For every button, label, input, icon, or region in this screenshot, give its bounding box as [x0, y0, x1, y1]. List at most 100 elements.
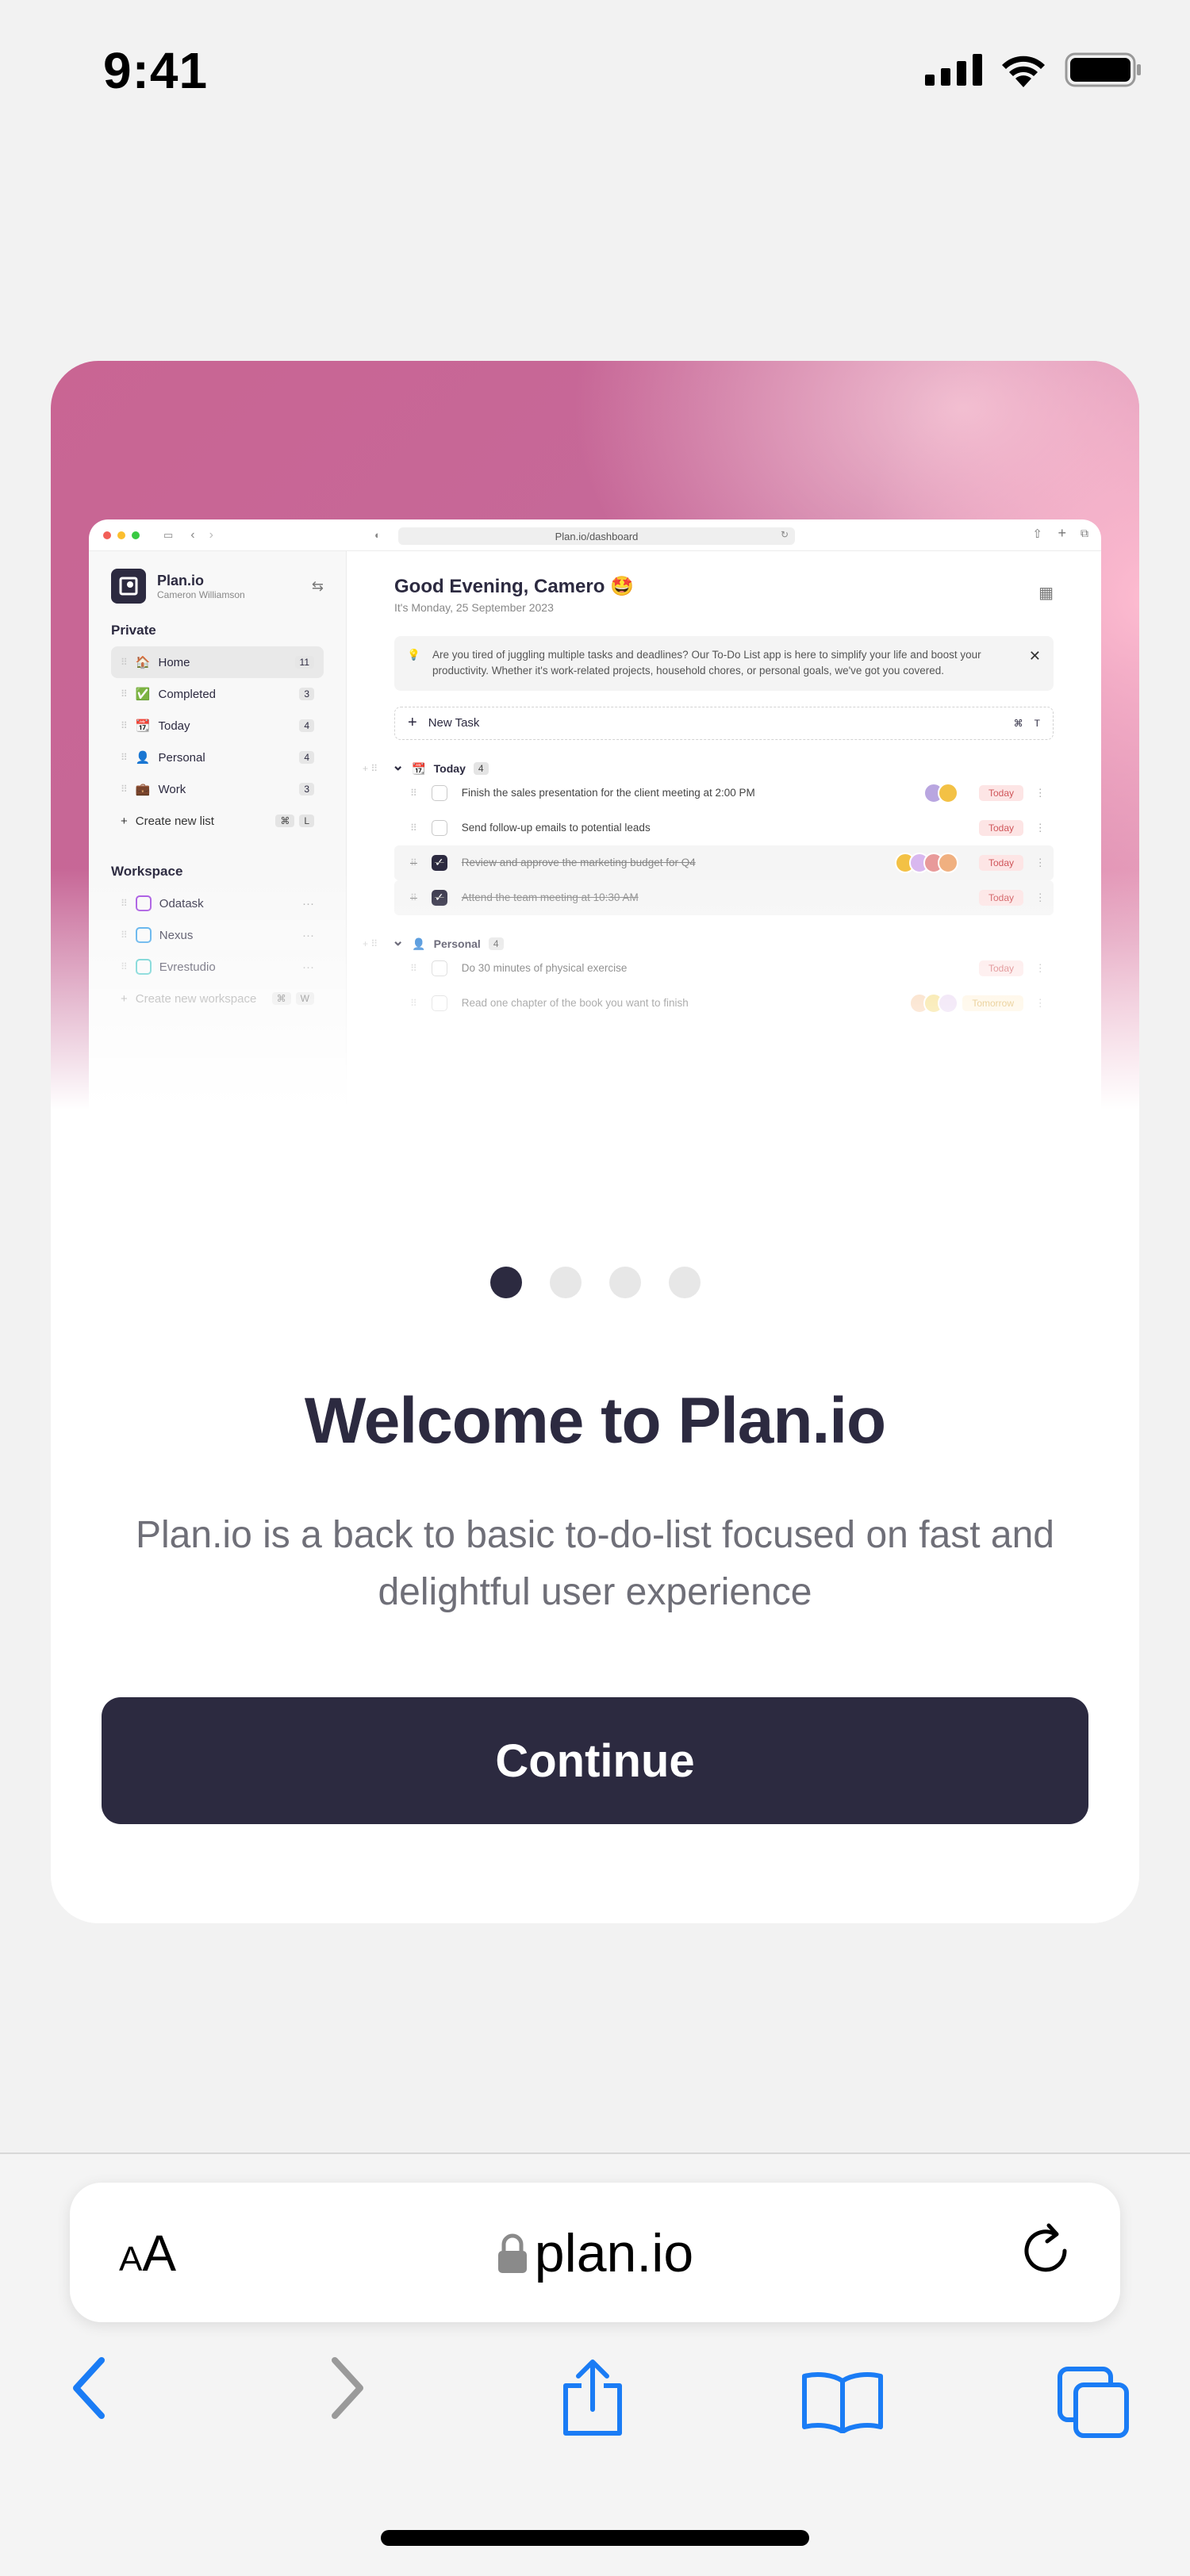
task-row: ⠿ Send follow-up emails to potential lead…	[394, 811, 1054, 845]
list-emoji-icon: 👤	[135, 751, 151, 765]
preview-url: Plan.io/dashboard	[398, 527, 795, 545]
preview-greeting: Good Evening, Camero 🤩	[394, 576, 634, 597]
plus-icon: +	[408, 714, 417, 731]
task-checkbox	[431, 819, 447, 836]
create-workspace-label: Create new workspace	[135, 991, 257, 1006]
list-emoji-icon: ✅	[135, 688, 151, 701]
wifi-icon	[1002, 56, 1045, 87]
more-vertical-icon: ⋮	[1035, 891, 1046, 903]
add-icon: + ⠿	[363, 763, 378, 774]
page-dot[interactable]	[549, 1267, 582, 1298]
task-checkbox	[431, 784, 447, 801]
preview-date: It's Monday, 25 September 2023	[394, 601, 554, 614]
address-bar[interactable]: AA plan.io	[70, 2183, 1120, 2322]
list-count-badge: 4	[299, 751, 314, 764]
list-emoji-icon: 🏠	[135, 656, 151, 669]
drag-handle-icon: ⠿	[410, 891, 417, 903]
task-text: Read one chapter of the book you want to…	[461, 997, 689, 1009]
safari-toolbar: AA plan.io	[0, 2152, 1190, 2576]
more-vertical-icon: ⋮	[1035, 961, 1046, 974]
sidebar-item-completed: ⠿ ✅ Completed 3	[111, 678, 324, 710]
preview-logo-block: Plan.io Cameron Williamson ⇆	[111, 569, 324, 604]
task-text: Review and approve the marketing budget …	[461, 857, 696, 868]
task-group-header: + ⠿ ⌄ 👤 Personal 4	[363, 933, 1054, 951]
share-icon[interactable]	[559, 2359, 626, 2438]
page-dot[interactable]	[489, 1267, 522, 1298]
workspace-label: Nexus	[159, 928, 194, 942]
bookmarks-icon[interactable]	[801, 2370, 884, 2433]
workspace-item-odatask: ⠿ Odatask ···	[111, 887, 324, 919]
workspace-square-icon	[135, 895, 152, 911]
sidebar-toggle-icon: ▭	[163, 528, 174, 541]
group-count-badge: 4	[488, 937, 504, 950]
sidebar-item-label: Work	[158, 782, 186, 796]
more-vertical-icon: ⋮	[1035, 996, 1046, 1009]
page-dot[interactable]	[668, 1267, 701, 1298]
group-label: Today	[433, 762, 466, 775]
preview-user-name: Cameron Williamson	[157, 588, 245, 600]
group-label: Personal	[433, 937, 481, 950]
task-checkbox: ✓	[431, 854, 447, 871]
preview-browser-bar: ▭ ‹ › ◐ Plan.io/dashboard ↻ ⇧ + ⧉	[89, 519, 1101, 551]
sidebar-item-today: ⠿ 📆 Today 4	[111, 710, 324, 742]
page-dot[interactable]	[608, 1267, 641, 1298]
grid-view-icon: ▦	[1038, 585, 1054, 602]
preview-app-name: Plan.io	[157, 572, 205, 588]
list-emoji-icon: 💼	[135, 783, 151, 796]
app-preview: ▭ ‹ › ◐ Plan.io/dashboard ↻ ⇧ + ⧉ Plan.i…	[89, 519, 1101, 1122]
planio-logo-icon	[111, 569, 146, 604]
list-count-badge: 3	[299, 688, 314, 700]
shortcut-key: T	[1034, 717, 1040, 729]
sidebar-item-home: ⠿ 🏠 Home 11	[111, 646, 324, 678]
tabs-small-icon: ⧉	[1081, 527, 1088, 539]
forward-icon[interactable]	[317, 2352, 373, 2424]
welcome-title: Welcome to Plan.io	[304, 1385, 886, 1457]
task-checkbox	[431, 995, 447, 1011]
drag-handle-icon: ⠿	[121, 752, 128, 763]
reload-small-icon: ↻	[781, 529, 789, 540]
assignee-avatars	[895, 852, 958, 873]
close-dot-icon	[103, 531, 111, 539]
drag-handle-icon: ⠿	[410, 997, 417, 1009]
status-icons	[925, 52, 1142, 87]
preview-info-banner: 💡 Are you tired of juggling multiple tas…	[394, 636, 1054, 691]
avatar	[938, 852, 958, 873]
list-count-badge: 4	[299, 719, 314, 732]
lock-icon	[497, 2233, 527, 2273]
shield-icon: ◐	[374, 529, 381, 541]
due-badge: Tomorrow	[962, 995, 1023, 1011]
more-vertical-icon: ⋮	[1035, 856, 1046, 868]
banner-text: Are you tired of juggling multiple tasks…	[432, 649, 981, 677]
group-emoji-icon: 👤	[412, 937, 426, 950]
task-row: ⠿ Finish the sales presentation for the c…	[394, 776, 1054, 811]
welcome-subtitle: Plan.io is a back to basic to-do-list fo…	[136, 1514, 1054, 1613]
signal-icon	[925, 54, 982, 86]
task-text: Finish the sales presentation for the cl…	[461, 787, 755, 799]
share-small-icon: ⇧	[1032, 527, 1042, 541]
create-workspace-button: + Create new workspace ⌘ W	[111, 983, 324, 1014]
chevron-down-icon: ⌄	[392, 932, 405, 949]
back-icon[interactable]	[63, 2352, 119, 2424]
due-badge: Today	[978, 819, 1023, 836]
workspace-square-icon	[135, 927, 152, 943]
continue-button[interactable]: Continue	[102, 1697, 1088, 1824]
tabs-icon[interactable]	[1055, 2364, 1131, 2440]
sidebar-item-personal: ⠿ 👤 Personal 4	[111, 742, 324, 773]
shortcut-key: ⌘	[271, 992, 291, 1005]
url-text[interactable]: plan.io	[70, 2222, 1120, 2284]
due-badge: Today	[978, 889, 1023, 906]
reload-icon[interactable]	[1015, 2219, 1079, 2283]
sidebar-item-label: Personal	[158, 750, 205, 765]
preview-sidebar: Plan.io Cameron Williamson ⇆ Private ⠿ 🏠 H…	[89, 551, 347, 1122]
due-badge: Today	[978, 960, 1023, 976]
more-icon: ···	[302, 896, 314, 910]
task-text: Attend the team meeting at 10:30 AM	[461, 891, 639, 903]
switch-icon: ⇆	[311, 577, 324, 594]
onboarding-card: ▭ ‹ › ◐ Plan.io/dashboard ↻ ⇧ + ⧉ Plan.i…	[51, 361, 1139, 1923]
back-chevron-icon: ‹	[190, 527, 195, 542]
preview-new-task: + New Task ⌘ T	[394, 706, 1054, 740]
workspace-label: Evrestudio	[159, 960, 216, 974]
task-row: ⠿ ✓ Attend the team meeting at 10:30 AM Tod…	[394, 880, 1054, 915]
more-icon: ···	[302, 928, 314, 942]
page-indicator	[0, 1267, 1190, 1298]
